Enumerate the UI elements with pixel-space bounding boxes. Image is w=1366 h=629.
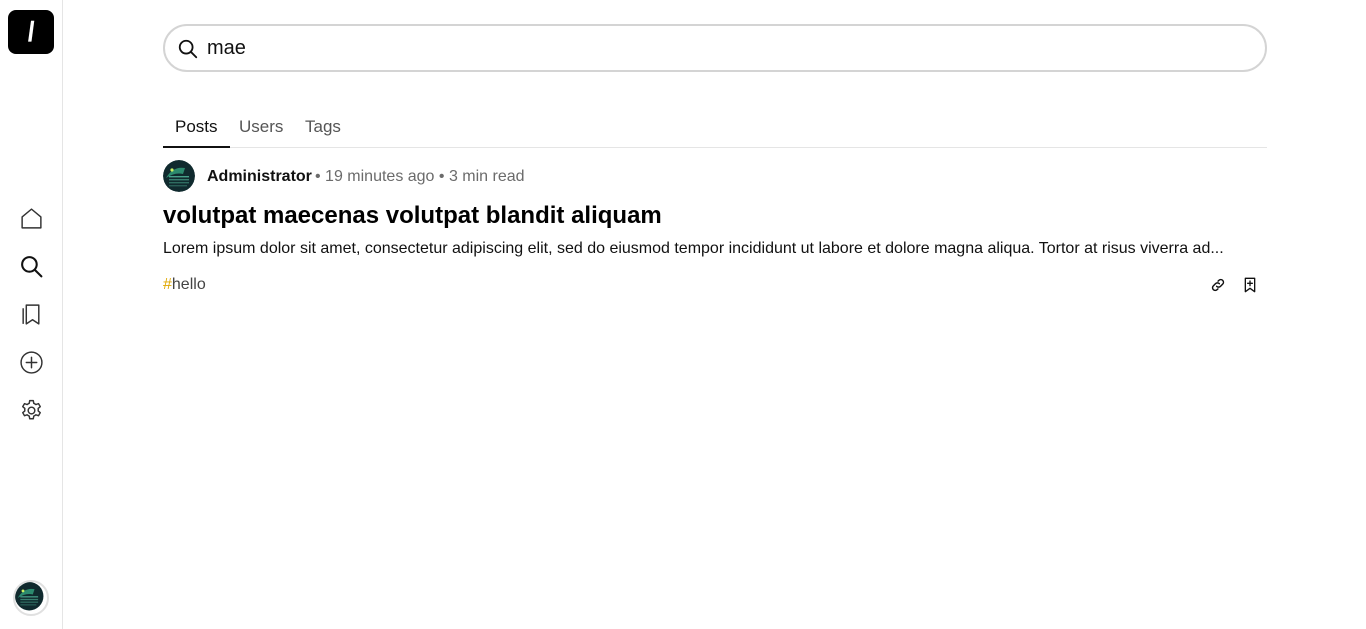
tag-label: hello: [171, 276, 206, 293]
plus-circle-icon[interactable]: [17, 348, 45, 376]
user-avatar[interactable]: [13, 580, 49, 616]
search-icon[interactable]: [17, 252, 45, 280]
author-name[interactable]: Administrator: [207, 168, 312, 186]
sidebar: \: [0, 0, 63, 629]
post-tag[interactable]: #hello: [163, 276, 206, 294]
tab-users[interactable]: Users: [227, 108, 295, 148]
gear-icon[interactable]: [17, 396, 45, 424]
post-time-readtime: • 19 minutes ago • 3 min read: [315, 168, 525, 185]
post-excerpt[interactable]: Lorem ipsum dolor sit amet, consectetur …: [163, 240, 1267, 258]
search-bar[interactable]: [163, 24, 1267, 72]
search-icon: [178, 39, 198, 59]
search-tabs: Posts Users Tags: [163, 108, 1267, 148]
copy-link-icon[interactable]: [1207, 274, 1229, 296]
home-icon[interactable]: [17, 204, 45, 232]
bookmark-add-icon[interactable]: [1239, 274, 1261, 296]
tab-tags[interactable]: Tags: [293, 108, 353, 148]
search-input[interactable]: [207, 34, 1247, 62]
bookmarks-icon[interactable]: [17, 300, 45, 328]
tab-posts[interactable]: Posts: [163, 108, 230, 148]
post-title[interactable]: volutpat maecenas volutpat blandit aliqu…: [163, 202, 662, 230]
logo-text: \: [22, 16, 41, 47]
tag-hash: #: [163, 276, 172, 293]
author-avatar[interactable]: [163, 160, 195, 192]
app-logo[interactable]: \: [8, 10, 54, 54]
